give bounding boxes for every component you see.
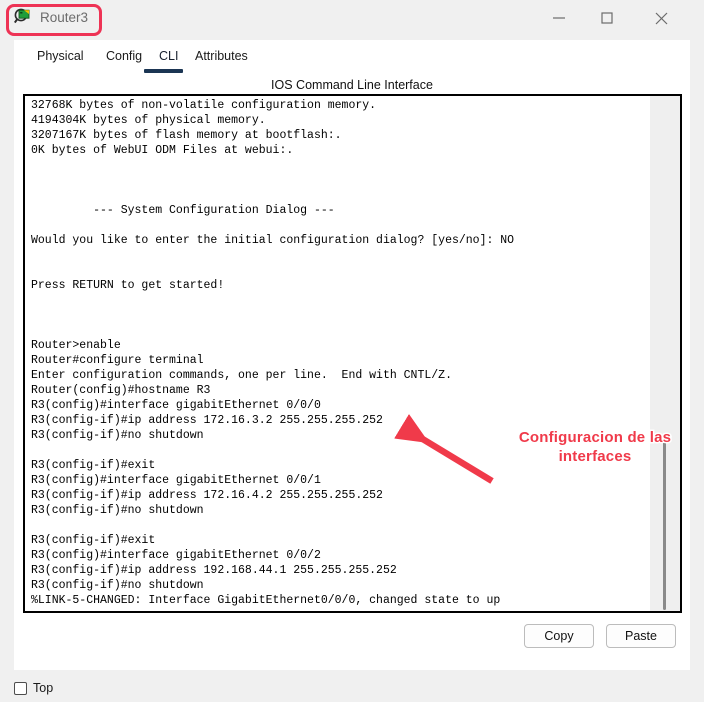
maximize-icon xyxy=(600,11,614,25)
minimize-icon xyxy=(552,11,566,25)
tab-active-underline xyxy=(144,69,183,73)
terminal-scrollbar-thumb[interactable] xyxy=(663,440,666,610)
paste-button[interactable]: Paste xyxy=(606,624,676,648)
window-title-group: Router3 xyxy=(13,8,89,26)
terminal-scrollbar[interactable] xyxy=(650,96,680,611)
cli-heading: IOS Command Line Interface xyxy=(271,78,433,92)
window-right-edge xyxy=(700,0,704,674)
close-icon xyxy=(654,11,669,26)
cli-terminal[interactable]: 32768K bytes of non-volatile configurati… xyxy=(25,96,650,611)
content-panel: Physical Config CLI Attributes IOS Comma… xyxy=(14,40,690,670)
router-cli-window: Router3 Physical Config CLI Attributes I… xyxy=(0,0,704,702)
tab-config[interactable]: Config xyxy=(106,49,142,63)
top-checkbox[interactable] xyxy=(14,682,27,695)
tab-physical[interactable]: Physical xyxy=(37,49,84,63)
terminal-output: 32768K bytes of non-volatile configurati… xyxy=(31,99,515,607)
packet-tracer-router-icon xyxy=(13,8,32,26)
window-title: Router3 xyxy=(40,9,89,25)
close-button[interactable] xyxy=(638,0,684,36)
copy-button[interactable]: Copy xyxy=(524,624,594,648)
window-titlebar[interactable]: Router3 xyxy=(0,0,704,36)
window-footer: Top xyxy=(0,674,704,702)
top-checkbox-label: Top xyxy=(33,681,54,695)
terminal-frame: 32768K bytes of non-volatile configurati… xyxy=(23,94,682,613)
minimize-button[interactable] xyxy=(536,0,582,36)
tab-cli[interactable]: CLI xyxy=(159,49,178,63)
tab-strip: Physical Config CLI Attributes xyxy=(14,40,532,73)
tab-attributes[interactable]: Attributes xyxy=(195,49,248,63)
maximize-button[interactable] xyxy=(584,0,630,36)
